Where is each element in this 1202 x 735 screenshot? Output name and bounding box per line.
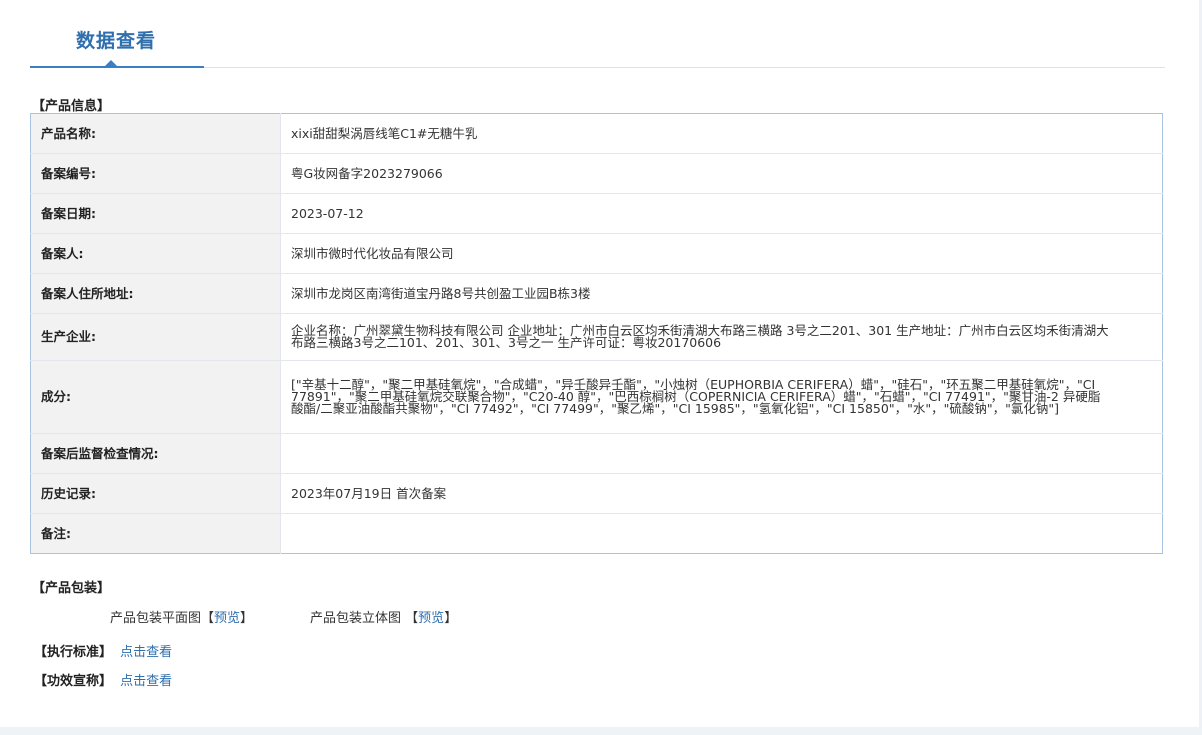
page-header: 数据查看 (0, 0, 1202, 70)
packaging-stereo: 产品包装立体图 【预览】 (310, 607, 457, 626)
tab-caret-icon (104, 60, 118, 67)
section-title-product-info: 【产品信息】 (32, 99, 111, 114)
table-row: 产品名称: xixi甜甜梨涡唇线笔C1#无糖牛乳 (30, 113, 1163, 154)
table-row: 成分: ["辛基十二醇"，"聚二甲基硅氧烷"，"合成蜡"，"异壬酸异壬酯"，"小… (30, 360, 1163, 434)
row-value: 2023年07月19日 首次备案 (280, 473, 1163, 514)
bracket-close: 】 (240, 611, 254, 626)
row-label: 生产企业: (30, 313, 281, 361)
efficacy-view-link[interactable]: 点击查看 (120, 674, 172, 689)
section-title-packaging: 【产品包装】 (32, 581, 111, 596)
packaging-flat-label: 产品包装平面图 (110, 611, 202, 626)
packaging-flat: 产品包装平面图【预览】 (110, 607, 253, 626)
row-value: xixi甜甜梨涡唇线笔C1#无糖牛乳 (280, 113, 1163, 154)
section-title-efficacy: 【功效宣称】 (34, 674, 113, 689)
table-row: 备案人: 深圳市微时代化妆品有限公司 (30, 233, 1163, 274)
bottom-band (0, 727, 1202, 735)
section-title-standard: 【执行标准】 (34, 645, 113, 660)
table-row: 备案人住所地址: 深圳市龙岗区南湾街道宝丹路8号共创盈工业园B栋3楼 (30, 273, 1163, 314)
packaging-stereo-preview-link[interactable]: 预览 (418, 611, 444, 626)
product-info-table: 产品名称: xixi甜甜梨涡唇线笔C1#无糖牛乳 备案编号: 粤G妆网备字202… (30, 113, 1163, 554)
bracket-open: 【 (201, 611, 215, 626)
row-label: 备注: (30, 513, 281, 554)
row-label: 备案人: (30, 233, 281, 274)
row-label: 备案后监督检查情况: (30, 433, 281, 474)
table-row: 备案后监督检查情况: (30, 433, 1163, 474)
table-row: 生产企业: 企业名称：广州翠黛生物科技有限公司 企业地址：广州市白云区均禾街清湖… (30, 313, 1163, 361)
row-label: 历史记录: (30, 473, 281, 514)
row-value: ["辛基十二醇"，"聚二甲基硅氧烷"，"合成蜡"，"异壬酸异壬酯"，"小烛树（E… (280, 360, 1163, 434)
bracket-open: 【 (405, 611, 419, 626)
table-row: 备案编号: 粤G妆网备字2023279066 (30, 153, 1163, 194)
bracket-close: 】 (444, 611, 458, 626)
row-label: 产品名称: (30, 113, 281, 154)
efficacy-row: 【功效宣称】 点击查看 (34, 670, 172, 689)
standard-view-link[interactable]: 点击查看 (120, 645, 172, 660)
row-label: 备案编号: (30, 153, 281, 194)
row-value: 企业名称：广州翠黛生物科技有限公司 企业地址：广州市白云区均禾街清湖大布路三横路… (280, 313, 1163, 361)
row-label: 备案日期: (30, 193, 281, 234)
table-row: 备注: (30, 513, 1163, 554)
packaging-stereo-label: 产品包装立体图 (310, 611, 402, 626)
row-value: 深圳市龙岗区南湾街道宝丹路8号共创盈工业园B栋3楼 (280, 273, 1163, 314)
row-value (280, 433, 1163, 474)
header-divider (204, 67, 1165, 68)
packaging-flat-preview-link[interactable]: 预览 (214, 611, 240, 626)
row-value: 2023-07-12 (280, 193, 1163, 234)
row-label: 备案人住所地址: (30, 273, 281, 314)
row-value: 粤G妆网备字2023279066 (280, 153, 1163, 194)
row-label: 成分: (30, 360, 281, 434)
table-row: 备案日期: 2023-07-12 (30, 193, 1163, 234)
tab-data-view[interactable]: 数据查看 (76, 26, 156, 53)
standard-row: 【执行标准】 点击查看 (34, 641, 172, 660)
row-value: 深圳市微时代化妆品有限公司 (280, 233, 1163, 274)
row-value (281, 514, 1163, 554)
table-row: 历史记录: 2023年07月19日 首次备案 (30, 473, 1163, 514)
